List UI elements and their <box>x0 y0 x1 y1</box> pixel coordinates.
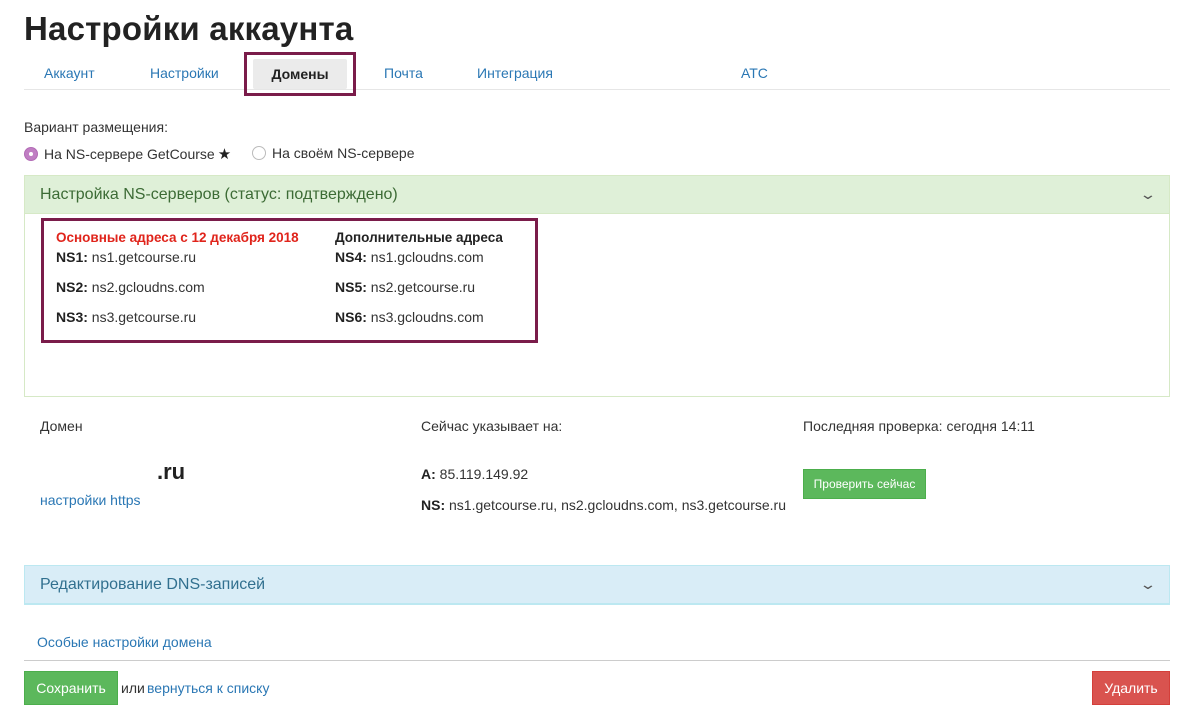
ns-servers-box: Основные адреса с 12 декабря 2018 NS1: n… <box>41 218 538 343</box>
radio-own-ns[interactable]: На своём NS-сервере <box>252 145 414 161</box>
radio-unchecked-icon[interactable] <box>252 146 266 160</box>
ns-row: NS6: ns3.gcloudns.com <box>335 309 484 325</box>
a-record: A: 85.119.149.92 <box>421 466 529 482</box>
ns-row: NS2: ns2.gcloudns.com <box>56 279 205 295</box>
ns-row: NS3: ns3.getcourse.ru <box>56 309 197 325</box>
ns-row: NS4: ns1.gcloudns.com <box>335 249 484 265</box>
chevron-down-icon[interactable]: ⌄ <box>1139 576 1157 593</box>
ns-primary-column: Основные адреса с 12 декабря 2018 NS1: n… <box>56 230 299 339</box>
dns-panel-title: Редактирование DNS-записей <box>40 575 266 593</box>
chevron-down-icon[interactable]: ⌄ <box>1139 186 1157 203</box>
ns-record: NS: ns1.getcourse.ru, ns2.gcloudns.com, … <box>421 497 786 513</box>
tab-settings[interactable]: Настройки <box>150 65 219 81</box>
ns-settings-panel: Настройка NS-серверов (статус: подтвержд… <box>24 175 1170 397</box>
points-to-label: Сейчас указывает на: <box>421 418 563 434</box>
https-settings-link[interactable]: настройки https <box>40 492 141 508</box>
ns-panel-title: Настройка NS-серверов (статус: подтвержд… <box>40 185 398 203</box>
ns-panel-header[interactable]: Настройка NS-серверов (статус: подтвержд… <box>25 176 1169 214</box>
dns-edit-panel-header[interactable]: Редактирование DNS-записей ⌄ <box>24 565 1170 605</box>
star-icon: ★ <box>217 146 232 163</box>
special-domain-settings-link[interactable]: Особые настройки домена <box>37 634 212 650</box>
placement-label: Вариант размещения: <box>24 119 168 135</box>
tab-domains[interactable]: Домены <box>244 52 356 96</box>
check-now-button[interactable]: Проверить сейчас <box>803 469 926 499</box>
radio-getcourse-ns[interactable]: На NS-сервере GetCourse ★ <box>24 145 231 163</box>
tab-account[interactable]: Аккаунт <box>44 65 95 81</box>
ns-secondary-column: Дополнительные адреса NS4: ns1.gcloudns.… <box>335 230 503 339</box>
radio-getcourse-ns-label: На NS-сервере GetCourse <box>44 146 215 162</box>
save-button[interactable]: Сохранить <box>24 671 118 705</box>
ns-row: NS1: ns1.getcourse.ru <box>56 249 197 265</box>
page-title: Настройки аккаунта <box>24 10 354 47</box>
ns-secondary-heading: Дополнительные адреса <box>335 230 503 245</box>
radio-own-ns-label: На своём NS-сервере <box>272 145 415 161</box>
ns-row: NS5: ns2.getcourse.ru <box>335 279 476 295</box>
tab-ats[interactable]: АТС <box>741 65 768 81</box>
ns-primary-heading: Основные адреса с 12 декабря 2018 <box>56 230 299 245</box>
divider <box>24 660 1170 661</box>
domain-name: .ru <box>157 459 186 484</box>
tab-bar: Аккаунт Настройки Домены Почта Интеграци… <box>24 52 1170 96</box>
tab-mail[interactable]: Почта <box>384 65 423 81</box>
tab-integration[interactable]: Интеграция <box>477 65 553 81</box>
tab-domains-label: Домены <box>253 59 347 89</box>
domain-column-label: Домен <box>40 418 83 434</box>
last-check-label: Последняя проверка: сегодня 14:11 <box>803 418 1035 434</box>
or-text: или <box>121 680 145 696</box>
back-to-list-link[interactable]: вернуться к списку <box>147 680 269 696</box>
delete-button[interactable]: Удалить <box>1092 671 1170 705</box>
radio-checked-icon[interactable] <box>24 147 38 161</box>
